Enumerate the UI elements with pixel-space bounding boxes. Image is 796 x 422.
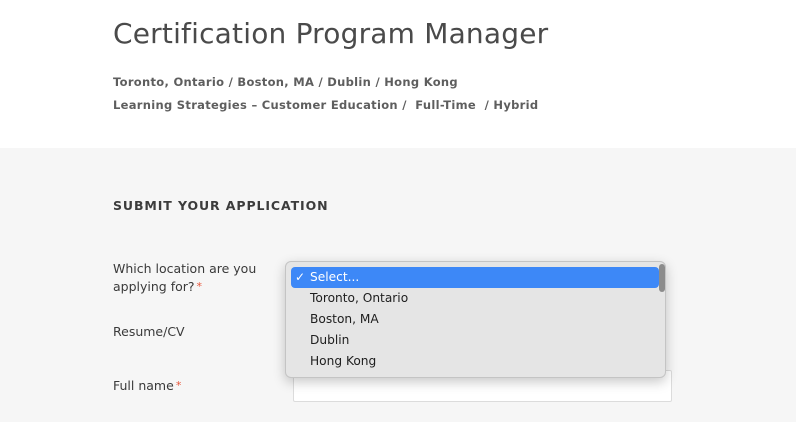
full-name-label-text: Full name [113,378,174,393]
option-label: Select... [310,270,360,284]
resume-field-label: Resume/CV [113,324,185,339]
full-name-field-label: Full name * [113,377,181,395]
location-field-label: Which location are you applying for? * [113,260,263,296]
job-team-and-type: Learning Strategies – Customer Education… [113,98,539,112]
required-marker: * [175,379,182,392]
location-label-text: Which location are you applying for? [113,261,257,294]
location-option-hong-kong[interactable]: Hong Kong [291,351,660,372]
application-heading: SUBMIT YOUR APPLICATION [113,198,329,213]
job-locations: Toronto, Ontario / Boston, MA / Dublin /… [113,75,458,89]
option-label: Toronto, Ontario [310,291,409,305]
location-option-boston[interactable]: Boston, MA [291,309,660,330]
option-label: Dublin [310,333,350,347]
checkmark-icon: ✓ [295,270,306,284]
option-label: Hong Kong [310,354,377,368]
job-header: Certification Program Manager Toronto, O… [0,0,796,148]
location-option-select[interactable]: ✓ Select... [291,267,659,288]
job-title: Certification Program Manager [113,17,549,50]
dropdown-scrollbar[interactable] [659,264,665,292]
option-label: Boston, MA [310,312,379,326]
required-marker: * [196,280,203,293]
job-application-page: Certification Program Manager Toronto, O… [0,0,796,422]
location-select-dropdown[interactable]: ✓ Select... Toronto, Ontario Boston, MA … [285,261,666,378]
location-option-dublin[interactable]: Dublin [291,330,660,351]
location-option-toronto[interactable]: Toronto, Ontario [291,288,660,309]
